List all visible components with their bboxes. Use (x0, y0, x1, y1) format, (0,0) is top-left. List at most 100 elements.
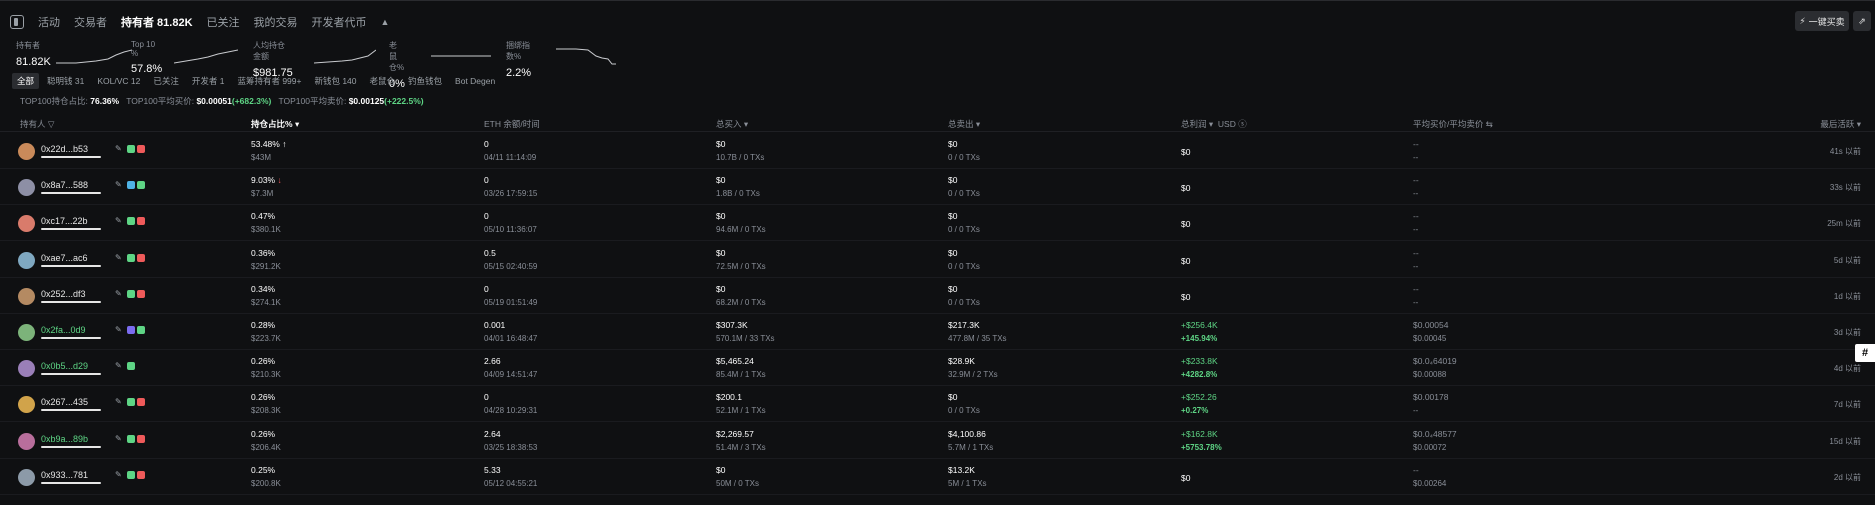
col-holder[interactable]: 持有人 ▽ (20, 118, 54, 130)
wallet-tag-icon[interactable] (137, 145, 145, 153)
wallet-tag-icon[interactable] (127, 253, 135, 262)
holder-address[interactable]: 0x8a7...588 (41, 180, 88, 190)
tab-my-trades[interactable]: 我的交易 (254, 14, 298, 30)
wallet-tag-icon[interactable] (127, 398, 135, 407)
table-row[interactable]: 0x267...435 ✎ 0.26% $208.3K 0 04/28 10:2… (0, 386, 1875, 423)
wallet-tag-icon[interactable] (137, 181, 145, 190)
tab-activity[interactable]: 活动 (38, 14, 60, 30)
swap-icon[interactable]: ⇆ (1486, 119, 1493, 129)
summary-change-avg-buy: (+682.3%) (231, 96, 272, 106)
avatar[interactable] (18, 215, 35, 233)
holder-address[interactable]: 0xae7...ac6 (41, 253, 88, 263)
filter-phishing[interactable]: 钓鱼钱包 (403, 73, 447, 89)
tab-dev-tokens[interactable]: 开发者代币 (312, 14, 367, 30)
col-eth[interactable]: ETH 余额/时间 (484, 118, 540, 130)
table-row[interactable]: 0x2fa...0d9 ✎ 0.28% $223.7K 0.001 04/01 … (0, 314, 1875, 350)
edit-icon[interactable]: ✎ (115, 325, 122, 334)
table-row[interactable]: 0xb9a...89b ✎ 0.26% $206.4K 2.64 03/25 1… (0, 423, 1875, 459)
hash-tooltip[interactable]: # (1855, 344, 1875, 362)
currency-toggle-icon[interactable]: ⓢ (1238, 119, 1247, 129)
avatar[interactable] (18, 360, 35, 378)
col-share[interactable]: 持仓占比% ▾ (251, 118, 299, 130)
eth-time: 05/12 04:55:21 (484, 478, 538, 488)
edit-icon[interactable]: ✎ (115, 180, 122, 189)
edit-icon[interactable]: ✎ (115, 397, 122, 406)
table-row[interactable]: 0x933...781 ✎ 0.25% $200.8K 5.33 05/12 0… (0, 459, 1875, 495)
wallet-tag-icon[interactable] (127, 145, 135, 153)
wallet-tag-icon[interactable] (127, 181, 135, 190)
holder-address[interactable]: 0x0b5...d29 (41, 361, 88, 371)
avatar[interactable] (18, 251, 35, 269)
table-row[interactable]: 0x22d...b53 ✎ 53.48% ↑ $43M 0 04/11 11:1… (0, 133, 1875, 169)
filter-all[interactable]: 全部 (12, 73, 40, 89)
avatar[interactable] (18, 468, 35, 486)
wallet-tag-icon[interactable] (137, 326, 145, 334)
quick-trade-button[interactable]: ⚡ 一键买卖 (1795, 11, 1849, 31)
wallet-tag-icon[interactable] (127, 326, 135, 334)
external-link-button[interactable]: ⇗ (1853, 11, 1871, 31)
col-pnl[interactable]: 总利润 ▾ USD ⓢ (1181, 118, 1247, 130)
edit-icon[interactable]: ✎ (115, 144, 122, 153)
avatar[interactable] (18, 324, 35, 341)
wallet-tag-icon[interactable] (127, 362, 135, 371)
filter-dev[interactable]: 开发者 1 (187, 73, 230, 89)
wallet-tag-icon[interactable] (127, 470, 135, 479)
wallet-tag-icon[interactable] (127, 434, 135, 443)
col-avg-price[interactable]: 平均买价/平均卖价 ⇆ (1413, 118, 1493, 130)
share-value: 0.26% (251, 428, 276, 439)
edit-icon[interactable]: ✎ (115, 434, 122, 443)
edit-icon[interactable]: ✎ (115, 253, 122, 262)
edit-icon[interactable]: ✎ (115, 289, 122, 298)
col-last-active[interactable]: 最后活跃 ▾ (1820, 118, 1861, 130)
wallet-tag-icon[interactable] (127, 217, 135, 226)
avatar[interactable] (18, 179, 35, 197)
table-row[interactable]: 0xae7...ac6 ✎ 0.36% $291.2K 0.5 05/15 02… (0, 242, 1875, 278)
holder-address[interactable]: 0x22d...b53 (41, 144, 88, 154)
wallet-tag-icon[interactable] (137, 470, 145, 479)
table-row[interactable]: 0x252...df3 ✎ 0.34% $274.1K 0 05/19 01:5… (0, 278, 1875, 314)
tab-holders[interactable]: 持有者 81.82K (121, 14, 193, 30)
table-row[interactable]: 0x8a7...588 ✎ 9.03% ↓ $7.3M 0 03/26 17:5… (0, 169, 1875, 206)
filter-bot-degen[interactable]: Bot Degen (450, 73, 500, 89)
wallet-tag-icon[interactable] (137, 289, 145, 298)
wallet-tag-icon[interactable] (137, 217, 145, 226)
wallet-tag-icon[interactable] (137, 253, 145, 262)
share-value: 0.26% (251, 356, 276, 367)
filter-new-wallet[interactable]: 新钱包 140 (309, 73, 361, 89)
avatar[interactable] (18, 143, 35, 160)
filter-following[interactable]: 已关注 (148, 73, 184, 89)
last-active: 15d 以前 (1829, 436, 1861, 446)
sidebar-toggle-icon[interactable] (10, 15, 24, 29)
avatar[interactable] (18, 287, 35, 305)
edit-icon[interactable]: ✎ (115, 361, 122, 370)
col-bought[interactable]: 总买入 ▾ (716, 118, 748, 130)
collapse-caret-icon[interactable]: ▲ (381, 17, 390, 27)
filter-bluechip[interactable]: 蓝筹持有者 999+ (232, 73, 306, 89)
table-row[interactable]: 0xc17...22b ✎ 0.47% $380.1K 0 05/10 11:3… (0, 205, 1875, 242)
tab-following[interactable]: 已关注 (207, 14, 240, 30)
wallet-tag-icon[interactable] (127, 289, 135, 298)
col-avg-label: 平均买价/平均卖价 (1413, 119, 1484, 129)
filter-smart-money[interactable]: 聪明钱 31 (42, 73, 89, 89)
col-pnl-label: 总利润 (1181, 119, 1207, 129)
filter-funnel-icon[interactable]: ▽ (48, 119, 55, 129)
tab-traders[interactable]: 交易者 (74, 14, 107, 30)
holder-address[interactable]: 0x2fa...0d9 (41, 325, 86, 335)
wallet-tag-icon[interactable] (137, 398, 145, 407)
edit-icon[interactable]: ✎ (115, 470, 122, 479)
table-row[interactable]: 0x0b5...d29 ✎ 0.26% $210.3K 2.66 04/09 1… (0, 350, 1875, 387)
edit-icon[interactable]: ✎ (115, 216, 122, 225)
holder-address[interactable]: 0x933...781 (41, 470, 88, 480)
holder-address[interactable]: 0xb9a...89b (41, 434, 88, 444)
holder-address[interactable]: 0x252...df3 (41, 289, 86, 299)
col-sold[interactable]: 总卖出 ▾ (948, 118, 980, 130)
holder-address[interactable]: 0x267...435 (41, 397, 88, 407)
filter-rat-trader[interactable]: 老鼠仓 (365, 73, 401, 89)
filter-kol-vc[interactable]: KOL/VC 12 (92, 73, 145, 89)
avatar[interactable] (18, 396, 35, 414)
avatar[interactable] (18, 432, 35, 450)
total-pnl-percent: +4282.8% (1181, 370, 1218, 380)
wallet-tag-icon[interactable] (137, 434, 145, 443)
currency-toggle[interactable]: USD (1218, 119, 1236, 129)
holder-address[interactable]: 0xc17...22b (41, 216, 88, 226)
